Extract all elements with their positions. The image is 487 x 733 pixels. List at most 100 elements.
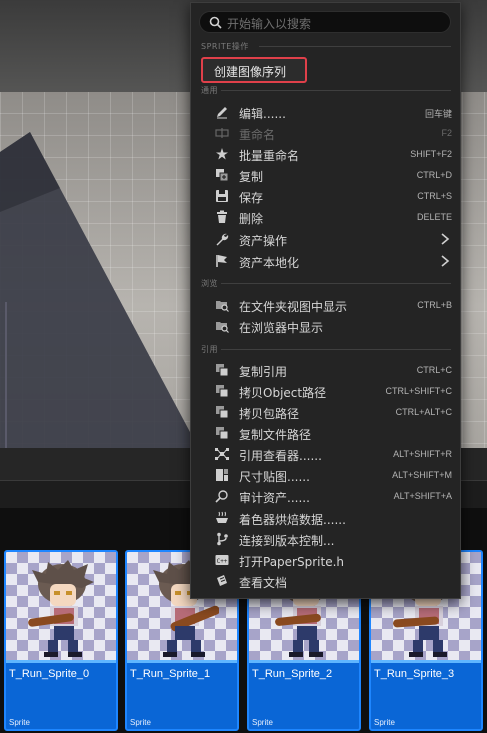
menu-item-label: 拷贝Object路径: [239, 386, 327, 400]
create-image-sequence-button[interactable]: 创建图像序列: [201, 57, 307, 83]
menu-item-label: 在浏览器中显示: [239, 321, 324, 335]
duplicate-icon: [216, 169, 229, 182]
search-icon: [209, 16, 222, 29]
pencil-icon: [217, 107, 227, 119]
menu-item-shortcut: ALT+SHIFT+R: [393, 449, 452, 459]
create-image-sequence-label: 创建图像序列: [214, 65, 287, 79]
menu-item-asset-actions[interactable]: 资产操作: [191, 229, 460, 250]
asset-tile[interactable]: T_Run_Sprite_0 Sprite: [4, 550, 118, 731]
audit-icon: [215, 490, 228, 503]
menu-item-shortcut: SHIFT+F2: [410, 149, 452, 159]
code-file-icon: C++: [215, 555, 229, 565]
menu-item-edit[interactable]: 编辑...... 回车键: [191, 102, 460, 123]
menu-item-label: 查看文档: [239, 576, 288, 590]
copy-reference-icon: [216, 364, 229, 377]
menu-item-label: 资产本地化: [239, 256, 300, 270]
menu-item-label: 着色器烘焙数据......: [239, 513, 346, 527]
menu-item-label: 拷贝包路径: [239, 407, 300, 421]
menu-item-copy-file-path[interactable]: 复制文件路径: [191, 423, 460, 444]
menu-item-label: 打开PaperSprite.h: [239, 555, 344, 569]
menu-item-shortcut: CTRL+S: [417, 191, 452, 201]
menu-item-label: 资产操作: [239, 234, 288, 248]
menu-item-shortcut: CTRL+C: [416, 365, 452, 375]
asset-name: T_Run_Sprite_3: [374, 668, 455, 680]
menu-item-show-in-browser[interactable]: 在浏览器中显示: [191, 316, 460, 337]
asset-type: Sprite: [9, 718, 30, 727]
menu-item-label: 引用查看器......: [239, 449, 322, 463]
menu-item-size-map[interactable]: 尺寸贴图...... ALT+SHIFT+M: [191, 465, 460, 486]
menu-item-shortcut: ALT+SHIFT+A: [393, 491, 452, 501]
asset-name: T_Run_Sprite_2: [252, 668, 333, 680]
editor-window: T_Run_Sprite_0 Sprite T_Run_Sprite_1 Spr…: [0, 0, 487, 733]
menu-item-label: 保存: [239, 191, 264, 205]
rename-icon: [215, 128, 229, 138]
asset-context-menu: 开始输入以搜索 SPRITE操作 创建图像序列 通用 编辑...... 回车键 …: [190, 2, 461, 599]
asset-type: Sprite: [130, 718, 151, 727]
menu-item-copy-package-path[interactable]: 拷贝包路径 CTRL+ALT+C: [191, 402, 460, 423]
menu-item-open-source-file[interactable]: C++ 打开PaperSprite.h: [191, 550, 460, 571]
menu-item-view-documentation[interactable]: 查看文档: [191, 571, 460, 592]
reference-viewer-icon: [215, 448, 229, 460]
section-header-reference: 引用: [201, 345, 218, 354]
chevron-right-icon: [441, 255, 450, 267]
menu-item-label: 批量重命名: [239, 149, 300, 163]
folder-search-icon: [216, 322, 229, 333]
menu-item-copy-object-path[interactable]: 拷贝Object路径 CTRL+SHIFT+C: [191, 381, 460, 402]
menu-item-shortcut: CTRL+D: [416, 170, 452, 180]
folder-search-icon: [216, 301, 229, 312]
menu-item-label: 连接到版本控制...: [239, 534, 335, 548]
menu-item-shader-cook-data[interactable]: 着色器烘焙数据......: [191, 508, 460, 529]
menu-item-shortcut: CTRL+B: [417, 300, 452, 310]
menu-item-label: 复制: [239, 170, 264, 184]
asset-name: T_Run_Sprite_0: [9, 668, 90, 680]
menu-item-label: 重命名: [239, 128, 276, 142]
menu-item-label: 删除: [239, 212, 264, 226]
menu-item-delete[interactable]: 删除 DELETE: [191, 207, 460, 228]
menu-item-save[interactable]: 保存 CTRL+S: [191, 186, 460, 207]
source-control-icon: [217, 532, 228, 546]
menu-item-shortcut: DELETE: [416, 212, 452, 222]
wrench-icon: [216, 233, 229, 246]
menu-item-shortcut: ALT+SHIFT+M: [392, 470, 452, 480]
menu-item-audit-assets[interactable]: 审计资产...... ALT+SHIFT+A: [191, 486, 460, 507]
save-icon: [216, 190, 228, 202]
svg-text:C++: C++: [217, 558, 228, 565]
flag-icon: [216, 255, 227, 267]
menu-item-asset-localization[interactable]: 资产本地化: [191, 251, 460, 272]
sprite-character-image: [28, 560, 94, 657]
menu-item-shortcut: CTRL+SHIFT+C: [385, 386, 452, 396]
menu-item-label: 在文件夹视图中显示: [239, 300, 348, 314]
menu-item-label: 复制引用: [239, 365, 288, 379]
copy-path-icon: [216, 385, 229, 398]
trash-icon: [217, 210, 227, 223]
batch-rename-icon: [216, 148, 228, 160]
asset-type: Sprite: [252, 718, 273, 727]
menu-item-reference-viewer[interactable]: 引用查看器...... ALT+SHIFT+R: [191, 444, 460, 465]
size-map-icon: [216, 469, 228, 481]
menu-item-duplicate[interactable]: 复制 CTRL+D: [191, 165, 460, 186]
section-header-browse: 浏览: [201, 279, 218, 288]
menu-item-label: 复制文件路径: [239, 428, 312, 442]
menu-item-batch-rename[interactable]: 批量重命名 SHIFT+F2: [191, 144, 460, 165]
documentation-icon: [217, 575, 227, 586]
menu-item-shortcut: F2: [441, 128, 452, 138]
section-header-sprite: SPRITE操作: [201, 42, 249, 51]
copy-path-icon: [216, 406, 229, 419]
menu-item-shortcut: 回车键: [424, 109, 452, 119]
menu-item-rename[interactable]: 重命名 F2: [191, 123, 460, 144]
shader-icon: [216, 511, 228, 523]
asset-type: Sprite: [374, 718, 395, 727]
menu-item-label: 编辑......: [239, 107, 286, 121]
menu-item-copy-reference[interactable]: 复制引用 CTRL+C: [191, 360, 460, 381]
asset-name: T_Run_Sprite_1: [130, 668, 211, 680]
menu-search-input[interactable]: 开始输入以搜索: [199, 11, 451, 33]
search-placeholder: 开始输入以搜索: [227, 17, 312, 31]
menu-item-connect-source-control[interactable]: 连接到版本控制...: [191, 529, 460, 550]
asset-thumbnail: [6, 552, 116, 660]
menu-item-show-in-folder-view[interactable]: 在文件夹视图中显示 CTRL+B: [191, 295, 460, 316]
menu-item-label: 尺寸贴图......: [239, 470, 310, 484]
chevron-right-icon: [441, 233, 450, 245]
copy-path-icon: [216, 427, 229, 440]
menu-item-shortcut: CTRL+ALT+C: [395, 407, 452, 417]
menu-item-label: 审计资产......: [239, 491, 310, 505]
